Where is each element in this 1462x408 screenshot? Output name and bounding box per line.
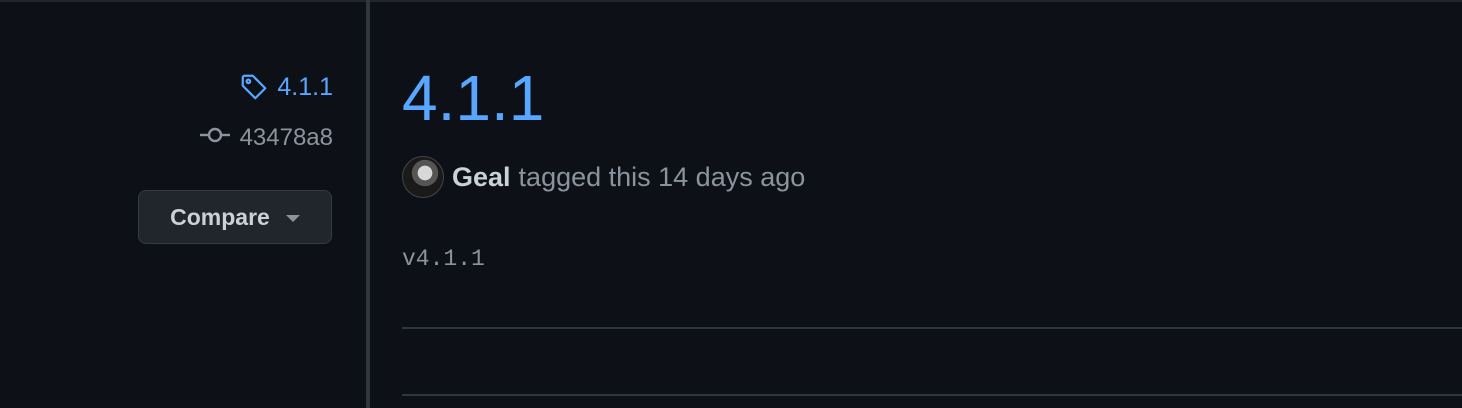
- release-meta-sidebar: 4.1.1 43478a8 Compare: [0, 0, 366, 408]
- release-byline: Geal tagged this 14 days ago: [402, 155, 805, 199]
- tag-message: v4.1.1: [402, 246, 485, 272]
- release-title[interactable]: 4.1.1: [402, 58, 544, 138]
- tag-icon: [239, 72, 269, 102]
- release-body: 4.1.1 Geal tagged this 14 days ago v4.1.…: [402, 0, 1462, 408]
- git-commit-icon: [199, 124, 231, 152]
- commit-link[interactable]: 43478a8: [199, 124, 333, 152]
- section-divider-bottom: [402, 394, 1462, 396]
- author-link[interactable]: Geal: [452, 162, 511, 193]
- tag-link[interactable]: 4.1.1: [239, 72, 333, 102]
- commit-sha: 43478a8: [239, 124, 333, 151]
- compare-button[interactable]: Compare: [138, 190, 332, 244]
- release-page: 4.1.1 43478a8 Compare 4.1.1 Geal tagged …: [0, 0, 1462, 408]
- section-divider: [402, 327, 1462, 329]
- tagged-text: tagged this 14 days ago: [518, 161, 806, 192]
- caret-down-icon: [285, 215, 300, 222]
- avatar[interactable]: [402, 156, 444, 198]
- compare-label: Compare: [170, 203, 270, 230]
- column-divider: [366, 0, 370, 408]
- tag-label: 4.1.1: [277, 72, 333, 101]
